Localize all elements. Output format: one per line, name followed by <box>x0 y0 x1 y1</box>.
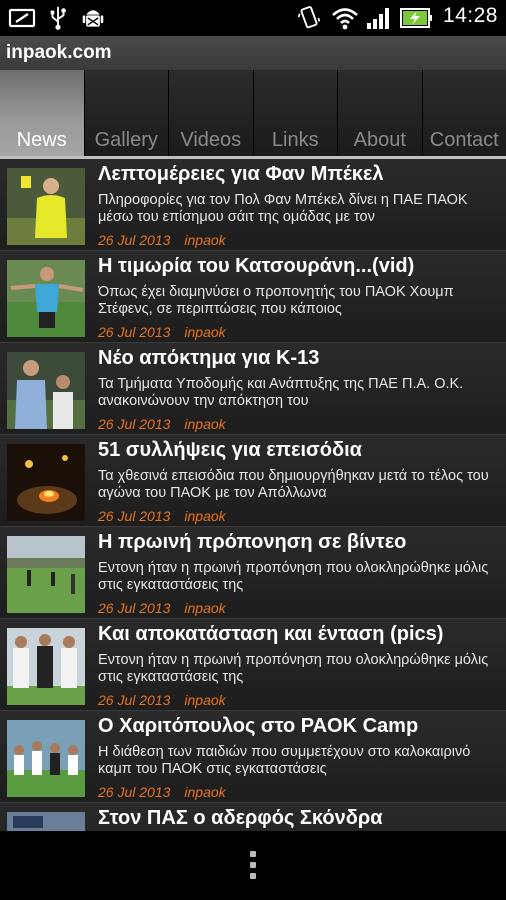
bottom-bar <box>0 831 506 900</box>
overflow-menu-icon[interactable] <box>249 851 257 884</box>
article-title: Νέο απόκτημα για Κ-13 <box>98 347 320 369</box>
article-author: inpaok <box>184 784 226 800</box>
article-thumbnail <box>7 352 85 429</box>
article-snippet: Τα χθεσινά επεισόδια που δημιουργήθηκαν … <box>98 468 489 501</box>
list-item[interactable]: Λεπτομέρειες για Φαν Μπέκελ Πληροφορίες … <box>0 159 506 251</box>
clock: 14:28 <box>442 4 498 27</box>
article-meta: 26 Jul 2013 inpaok <box>98 324 226 340</box>
article-date: 26 Jul 2013 <box>98 508 171 524</box>
article-snippet: Εντονη ήταν η πρωινή προπόνηση που ολοκλ… <box>98 652 489 685</box>
article-meta: 26 Jul 2013 inpaok <box>98 232 226 248</box>
article-meta: 26 Jul 2013 inpaok <box>98 600 226 616</box>
article-snippet: Πληροφορίες για τον Πολ Φαν Μπέκελ δίνει… <box>98 192 468 225</box>
article-author: inpaok <box>184 232 226 248</box>
article-meta: 26 Jul 2013 inpaok <box>98 416 226 432</box>
list-item[interactable]: Στον ΠΑΣ ο αδερφός Σκόνδρα <box>0 803 506 831</box>
article-author: inpaok <box>184 324 226 340</box>
tab-news[interactable]: News <box>0 70 84 156</box>
list-item[interactable]: Και αποκατάσταση και ένταση (pics) Εντον… <box>0 619 506 711</box>
tab-label: Videos <box>180 129 242 151</box>
tab-about[interactable]: About <box>337 70 422 156</box>
article-thumbnail <box>7 260 85 337</box>
tab-label: Contact <box>429 129 499 151</box>
tab-label: About <box>353 129 406 151</box>
article-author: inpaok <box>184 692 226 708</box>
article-author: inpaok <box>184 508 226 524</box>
tab-label: Links <box>271 129 319 151</box>
article-title: 51 συλλήψεις για επεισόδια <box>98 439 362 461</box>
vibrate-icon <box>297 6 321 29</box>
list-item[interactable]: 51 συλλήψεις για επεισόδια Τα χθεσινά επ… <box>0 435 506 527</box>
article-snippet: Όπως έχει διαμηνύσει ο προπονητής του ΠΑ… <box>98 284 454 317</box>
article-date: 26 Jul 2013 <box>98 692 171 708</box>
list-item[interactable]: Η πρωινή πρόπονηση σε βίντεο Εντονη ήταν… <box>0 527 506 619</box>
tab-bar: News Gallery Videos Links About Contact <box>0 70 506 159</box>
status-bar: 14:28 <box>0 0 506 36</box>
tab-label: News <box>16 129 67 151</box>
article-meta: 26 Jul 2013 inpaok <box>98 692 226 708</box>
tab-contact[interactable]: Contact <box>421 70 506 156</box>
article-title: Λεπτομέρειες για Φαν Μπέκελ <box>98 163 384 185</box>
tab-videos[interactable]: Videos <box>168 70 253 156</box>
article-thumbnail <box>7 168 85 245</box>
list-item[interactable]: Η τιμωρία του Κατσουράνη...(vid) Όπως έχ… <box>0 251 506 343</box>
list-item[interactable]: Ο Χαριτόπουλος στο PAOK Camp Η διάθεση τ… <box>0 711 506 803</box>
article-snippet: Εντονη ήταν η πρωινή προπόνηση που ολοκλ… <box>98 560 489 593</box>
app-title: inpaok.com <box>6 42 112 63</box>
news-list: Λεπτομέρειες για Φαν Μπέκελ Πληροφορίες … <box>0 159 506 831</box>
article-title: Και αποκατάσταση και ένταση (pics) <box>98 623 444 645</box>
article-thumbnail <box>7 628 85 705</box>
article-title: Ο Χαριτόπουλος στο PAOK Camp <box>98 715 419 737</box>
article-title: Η τιμωρία του Κατσουράνη...(vid) <box>98 255 415 277</box>
article-snippet: Τα Τμήματα Υποδομής και Ανάπτυξης της ΠΑ… <box>98 376 464 409</box>
article-thumbnail <box>7 812 85 831</box>
article-date: 26 Jul 2013 <box>98 324 171 340</box>
tab-label: Gallery <box>94 129 158 151</box>
article-title: Η πρωινή πρόπονηση σε βίντεο <box>98 531 407 553</box>
article-thumbnail <box>7 444 85 521</box>
article-thumbnail <box>7 720 85 797</box>
app-title-bar: inpaok.com <box>0 36 506 71</box>
signal-icon <box>367 8 389 29</box>
article-meta: 26 Jul 2013 inpaok <box>98 508 226 524</box>
article-date: 26 Jul 2013 <box>98 600 171 616</box>
screenshot-icon <box>8 8 36 28</box>
article-thumbnail <box>7 536 85 613</box>
android-debug-icon <box>82 10 104 27</box>
article-author: inpaok <box>184 600 226 616</box>
article-date: 26 Jul 2013 <box>98 416 171 432</box>
tab-links[interactable]: Links <box>252 70 337 156</box>
article-author: inpaok <box>184 416 226 432</box>
article-date: 26 Jul 2013 <box>98 784 171 800</box>
article-meta: 26 Jul 2013 inpaok <box>98 784 226 800</box>
article-date: 26 Jul 2013 <box>98 232 171 248</box>
tab-gallery[interactable]: Gallery <box>83 70 168 156</box>
list-item[interactable]: Νέο απόκτημα για Κ-13 Τα Τμήματα Υποδομή… <box>0 343 506 435</box>
usb-icon <box>50 6 66 30</box>
article-snippet: Η διάθεση των παιδιών που συμμετέχουν στ… <box>98 744 471 777</box>
wifi-icon <box>332 8 358 30</box>
article-title: Στον ΠΑΣ ο αδερφός Σκόνδρα <box>98 807 383 829</box>
battery-charging-icon <box>400 8 432 28</box>
